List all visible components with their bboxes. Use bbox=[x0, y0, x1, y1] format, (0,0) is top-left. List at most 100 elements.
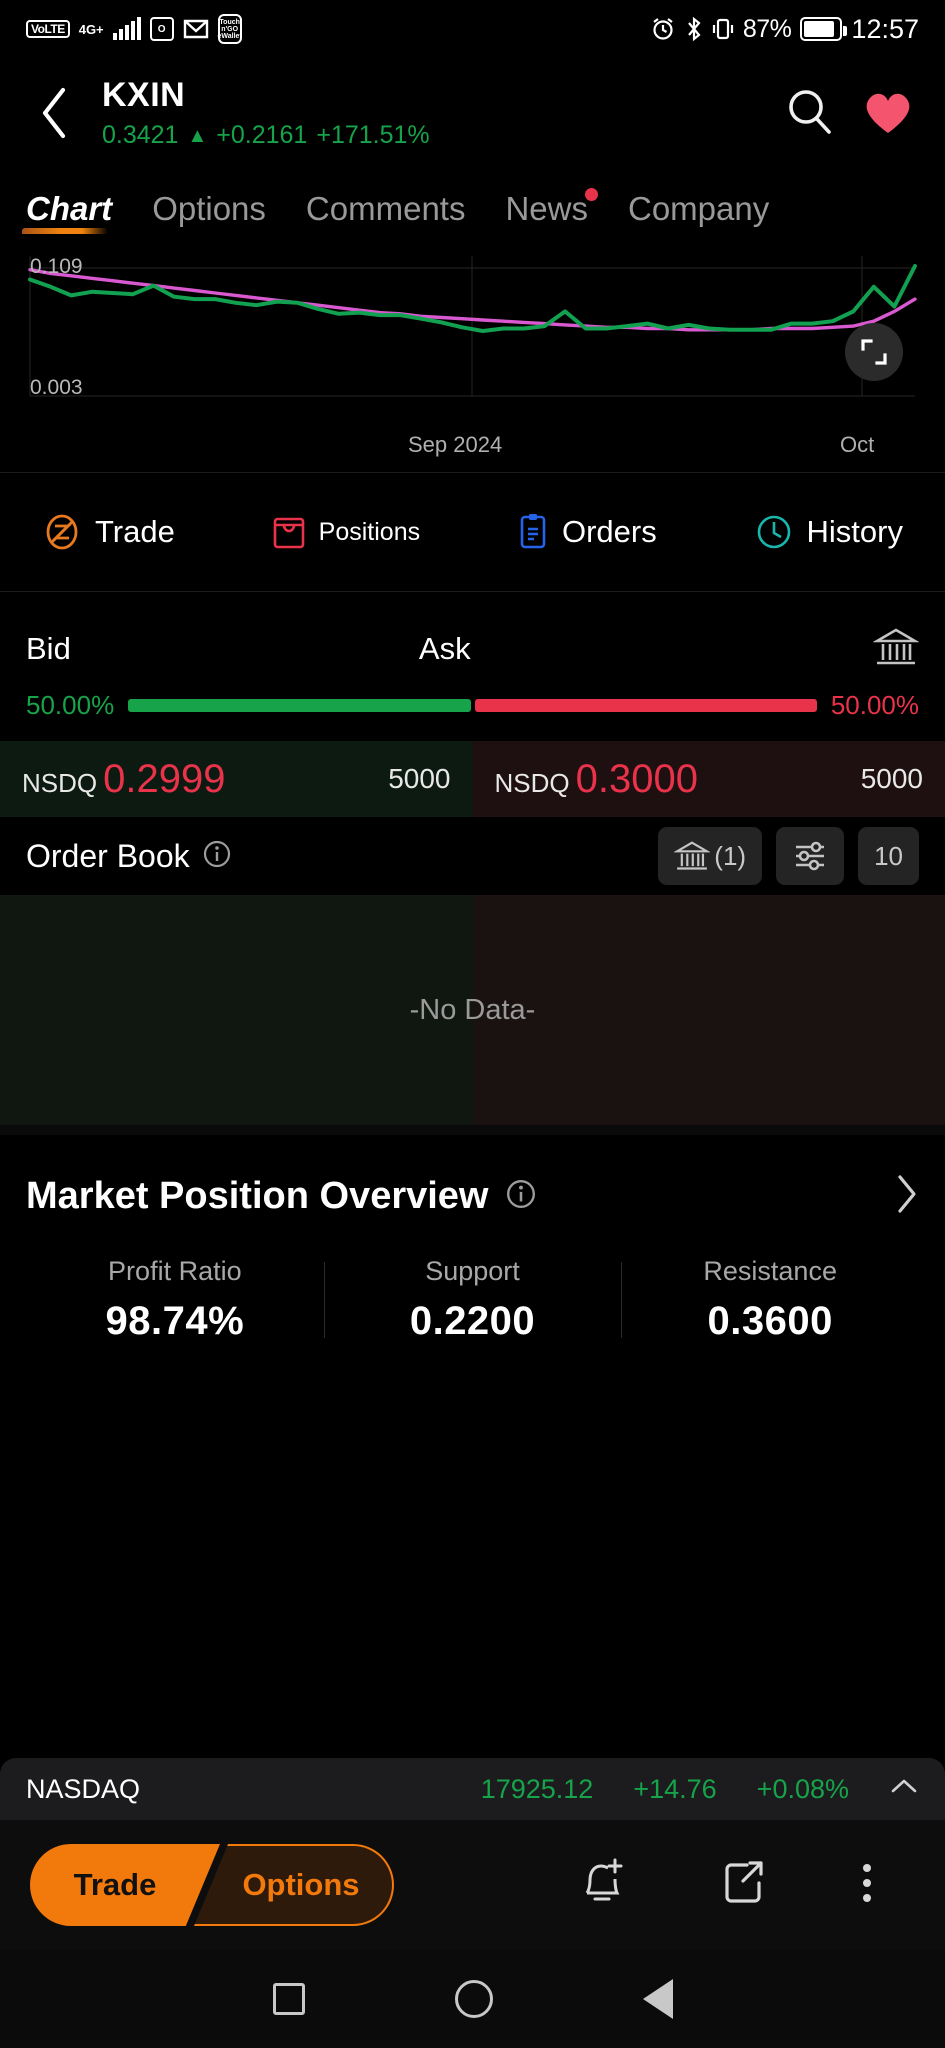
index-collapse-button[interactable] bbox=[889, 1776, 919, 1802]
search-icon bbox=[789, 89, 831, 134]
index-change-percent: +0.08% bbox=[756, 1773, 849, 1804]
price-change-percent: +171.51% bbox=[316, 121, 430, 150]
order-book-settings-button[interactable] bbox=[776, 827, 845, 885]
tab-chart[interactable]: Chart bbox=[21, 190, 113, 234]
trade-icon bbox=[46, 514, 78, 550]
tab-news[interactable]: News bbox=[505, 188, 598, 234]
stat-resistance: Resistance 0.3600 bbox=[621, 1256, 919, 1344]
bid-venue-price: NSDQ 0.2999 bbox=[22, 757, 225, 802]
trade-button[interactable]: Trade bbox=[30, 1844, 220, 1926]
y-axis-min-label: 0.003 bbox=[30, 376, 83, 399]
last-price: 0.3421 bbox=[102, 121, 179, 150]
more-options-button[interactable] bbox=[859, 1855, 875, 1916]
status-bar-left: VoLTE 4G+ O Touch n'GO eWallet bbox=[26, 14, 242, 44]
trade-options-pill-group: Trade Options bbox=[30, 1844, 394, 1926]
ask-label: Ask bbox=[418, 631, 471, 666]
expand-fullscreen-icon bbox=[861, 339, 887, 365]
status-bar: VoLTE 4G+ O Touch n'GO eWallet 87% 12:57 bbox=[0, 0, 945, 58]
bid-size: 5000 bbox=[388, 763, 451, 794]
tab-label: Options bbox=[152, 190, 266, 227]
tab-comments[interactable]: Comments bbox=[306, 190, 466, 234]
favorite-button[interactable] bbox=[861, 86, 915, 141]
chart-canvas bbox=[28, 256, 917, 397]
bid-quote-row[interactable]: NSDQ 0.2999 5000 bbox=[0, 741, 473, 817]
stat-value: 0.2200 bbox=[409, 1299, 536, 1343]
y-axis-max-label: 0.109 bbox=[30, 255, 83, 278]
price-chart[interactable]: 0.109 0.003 bbox=[0, 248, 945, 428]
bid-ask-header: Bid Ask bbox=[0, 618, 945, 680]
tab-label: Company bbox=[628, 190, 770, 227]
clock-label: 12:57 bbox=[851, 13, 919, 44]
battery-percent-label: 87% bbox=[742, 14, 792, 43]
order-book-info-button[interactable] bbox=[202, 839, 232, 874]
bid-ask-ratio-bar bbox=[128, 699, 817, 712]
x-tick-sep: Sep 2024 bbox=[408, 432, 503, 457]
order-book-depth-label: 10 bbox=[874, 840, 903, 871]
tab-bar: Chart Options Comments News Company bbox=[0, 168, 945, 234]
order-book-body: -No Data- bbox=[0, 895, 945, 1125]
bid-price: 0.2999 bbox=[103, 756, 226, 801]
market-position-info-button[interactable] bbox=[505, 1178, 537, 1215]
bottom-action-bar: Trade Options bbox=[0, 1820, 945, 1950]
bid-label: Bid bbox=[26, 631, 71, 666]
market-position-expand-button[interactable] bbox=[895, 1173, 919, 1220]
back-button[interactable] bbox=[26, 86, 82, 140]
market-position-overview: Market Position Overview Profit Ratio 98… bbox=[0, 1135, 945, 1344]
mail-icon bbox=[183, 19, 208, 39]
action-label: Positions bbox=[318, 517, 421, 546]
index-name: NASDAQ bbox=[26, 1773, 141, 1804]
bid-ask-quote-rows: NSDQ 0.2999 5000 NSDQ 0.3000 5000 bbox=[0, 741, 945, 817]
add-alert-button[interactable] bbox=[575, 1855, 627, 1916]
bid-ask-ratio-row: 50.00% 50.00% bbox=[0, 680, 945, 721]
heart-icon bbox=[866, 93, 910, 133]
order-book-exchange-button[interactable]: (1) bbox=[658, 827, 763, 885]
market-position-header[interactable]: Market Position Overview bbox=[26, 1173, 919, 1220]
share-button[interactable] bbox=[717, 1855, 769, 1916]
tab-label: Chart bbox=[26, 190, 113, 227]
index-change: +14.76 bbox=[633, 1773, 717, 1804]
action-label: History bbox=[806, 514, 903, 549]
order-book-depth-button[interactable]: 10 bbox=[858, 827, 919, 885]
ask-venue: NSDQ bbox=[494, 767, 570, 798]
index-ticker-bar[interactable]: NASDAQ 17925.12 +14.76 +0.08% bbox=[0, 1758, 945, 1820]
tab-label: News bbox=[505, 190, 588, 227]
expand-chart-button[interactable] bbox=[845, 323, 903, 381]
search-button[interactable] bbox=[783, 85, 835, 142]
stat-value: 98.74% bbox=[105, 1299, 245, 1343]
action-label: Orders bbox=[561, 514, 657, 549]
app-header: KXIN 0.3421 ▲ +0.2161 +171.51% bbox=[0, 58, 945, 168]
action-positions[interactable]: Positions bbox=[272, 512, 420, 552]
action-trade[interactable]: Trade bbox=[42, 512, 175, 552]
triangle-back-icon[interactable] bbox=[642, 1979, 673, 2019]
order-book-title: Order Book bbox=[26, 837, 190, 874]
price-up-arrow-icon: ▲ bbox=[187, 124, 208, 147]
stat-profit-ratio: Profit Ratio 98.74% bbox=[26, 1256, 324, 1344]
x-axis-labels: Sep 2024 Oct bbox=[0, 428, 945, 472]
bid-venue: NSDQ bbox=[22, 767, 98, 798]
exchange-button[interactable] bbox=[872, 626, 920, 673]
circle-home-icon[interactable] bbox=[454, 1980, 493, 2018]
ask-size: 5000 bbox=[860, 763, 923, 794]
touch-n-go-icon: Touch n'GO eWallet bbox=[218, 14, 242, 44]
order-book-exchange-count: (1) bbox=[714, 840, 747, 871]
order-book-empty-label: -No Data- bbox=[409, 993, 536, 1026]
options-button[interactable]: Options bbox=[194, 1844, 394, 1926]
action-history[interactable]: History bbox=[754, 512, 903, 552]
market-position-title: Market Position Overview bbox=[26, 1175, 489, 1217]
order-book-empty-state: -No Data- bbox=[0, 895, 945, 1125]
stat-support: Support 0.2200 bbox=[323, 1256, 622, 1344]
chevron-right-icon bbox=[898, 1175, 916, 1213]
square-recents-icon[interactable] bbox=[272, 1983, 305, 2015]
symbol-block: KXIN 0.3421 ▲ +0.2161 +171.51% bbox=[88, 76, 777, 150]
ask-quote-row[interactable]: NSDQ 0.3000 5000 bbox=[472, 741, 945, 817]
back-chevron-icon bbox=[42, 87, 66, 139]
index-value: 17925.12 bbox=[480, 1773, 594, 1804]
market-position-stats: Profit Ratio 98.74% Support 0.2200 Resis… bbox=[26, 1256, 919, 1344]
exchange-bank-icon bbox=[872, 627, 920, 664]
action-orders[interactable]: Orders bbox=[517, 512, 657, 552]
tab-options[interactable]: Options bbox=[152, 190, 266, 234]
tab-company[interactable]: Company bbox=[628, 190, 769, 234]
history-clock-icon bbox=[757, 515, 790, 549]
info-icon bbox=[203, 840, 230, 867]
exchange-bank-icon bbox=[674, 841, 711, 870]
